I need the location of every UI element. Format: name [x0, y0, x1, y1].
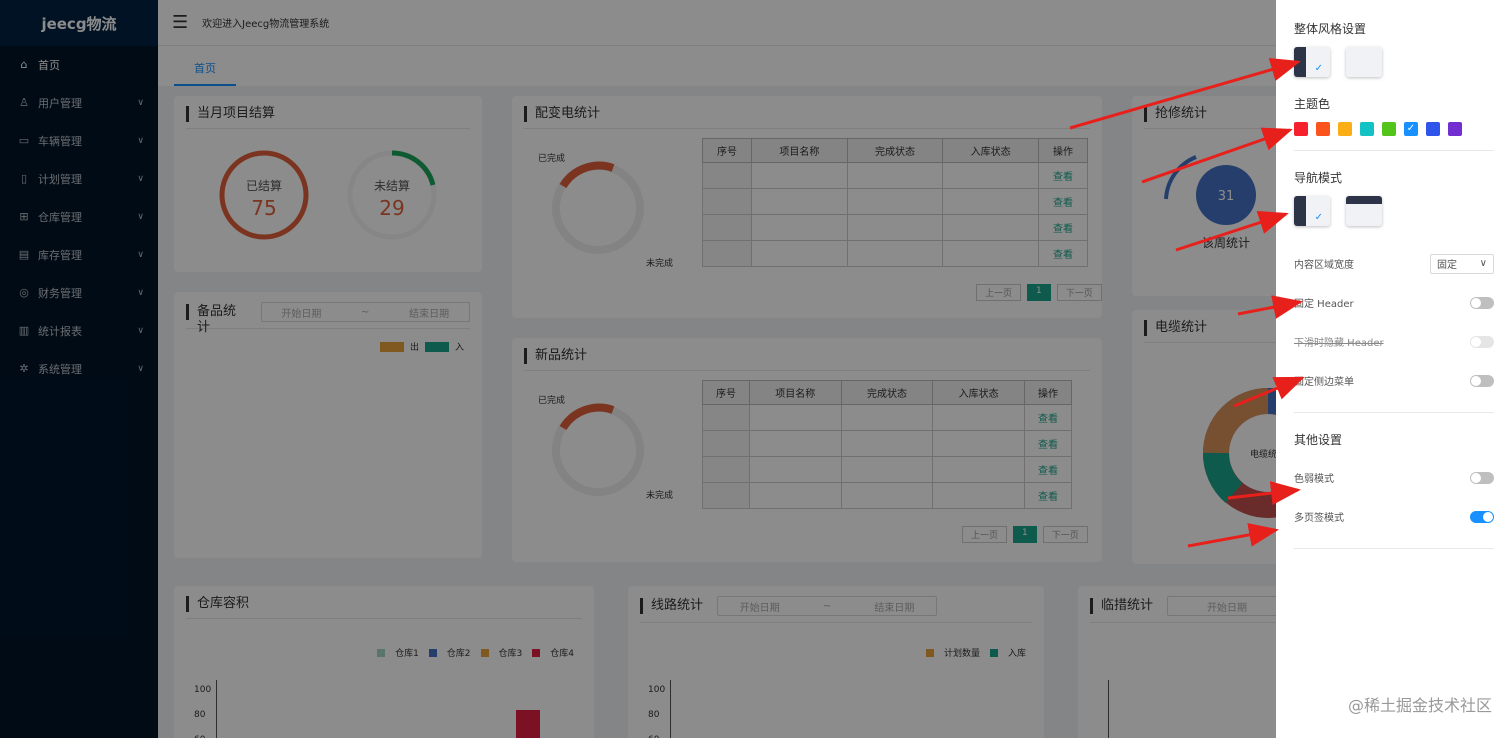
color-volcano[interactable] [1316, 122, 1330, 136]
overall-style-title: 整体风格设置 [1294, 22, 1367, 36]
nav-mode-title: 导航模式 [1294, 171, 1343, 185]
check-icon: ✓ [1314, 63, 1323, 74]
divider [1294, 548, 1494, 549]
hide-header-switch[interactable] [1470, 335, 1494, 348]
divider [1294, 412, 1494, 413]
divider [1294, 150, 1494, 151]
content-width-row: 内容区域宽度 固定 ∨ [1294, 244, 1494, 283]
side-nav-option[interactable]: ✓ [1294, 196, 1330, 226]
hide-header-row: 下滑时隐藏 Header [1294, 322, 1494, 361]
color-orange[interactable] [1338, 122, 1352, 136]
chevron-down-icon: ∨ [1479, 258, 1487, 269]
content-width-select[interactable]: 固定 ∨ [1430, 253, 1494, 274]
fixed-sidebar-label: 固定侧边菜单 [1294, 377, 1354, 388]
weak-mode-switch[interactable] [1470, 471, 1494, 484]
select-value: 固定 [1437, 260, 1457, 271]
modal-mask[interactable] [0, 0, 1276, 738]
fixed-header-label: 固定 Header [1294, 299, 1354, 310]
light-style-option[interactable] [1346, 47, 1382, 77]
weak-mode-label: 色弱模式 [1294, 474, 1334, 485]
multi-tab-label: 多页签模式 [1294, 513, 1344, 524]
content-width-label: 内容区域宽度 [1294, 260, 1354, 271]
color-red[interactable] [1294, 122, 1308, 136]
color-blue[interactable]: ✓ [1404, 122, 1418, 136]
hide-header-label: 下滑时隐藏 Header [1294, 338, 1384, 349]
fixed-header-switch[interactable] [1470, 296, 1494, 309]
weak-mode-row: 色弱模式 [1294, 458, 1494, 497]
sidebar-preview [1294, 196, 1306, 226]
color-purple[interactable] [1448, 122, 1462, 136]
settings-drawer: 整体风格设置 ✓ 主题色 ✓ 导航模式 ✓ 内容区域宽度 固定 ∨ 固定 Hea… [1276, 0, 1512, 738]
theme-color-options: ✓ [1294, 122, 1494, 136]
fixed-sidebar-row: 固定侧边菜单 [1294, 361, 1494, 400]
other-settings-title: 其他设置 [1294, 433, 1343, 447]
watermark: @稀土掘金技术社区 [1347, 696, 1492, 715]
top-nav-option[interactable] [1346, 196, 1382, 226]
color-cyan[interactable] [1360, 122, 1374, 136]
overall-style-options: ✓ [1294, 47, 1494, 77]
multi-tab-switch[interactable] [1470, 510, 1494, 523]
theme-color-title: 主题色 [1294, 97, 1331, 111]
sidebar-preview [1294, 47, 1306, 77]
topbar-preview [1346, 196, 1382, 204]
multi-tab-row: 多页签模式 [1294, 497, 1494, 536]
color-green[interactable] [1382, 122, 1396, 136]
color-geekblue[interactable] [1426, 122, 1440, 136]
fixed-sidebar-switch[interactable] [1470, 374, 1494, 387]
check-icon: ✓ [1314, 212, 1323, 223]
nav-mode-options: ✓ [1294, 196, 1494, 226]
fixed-header-row: 固定 Header [1294, 283, 1494, 322]
check-icon: ✓ [1406, 123, 1416, 134]
dark-style-option[interactable]: ✓ [1294, 47, 1330, 77]
